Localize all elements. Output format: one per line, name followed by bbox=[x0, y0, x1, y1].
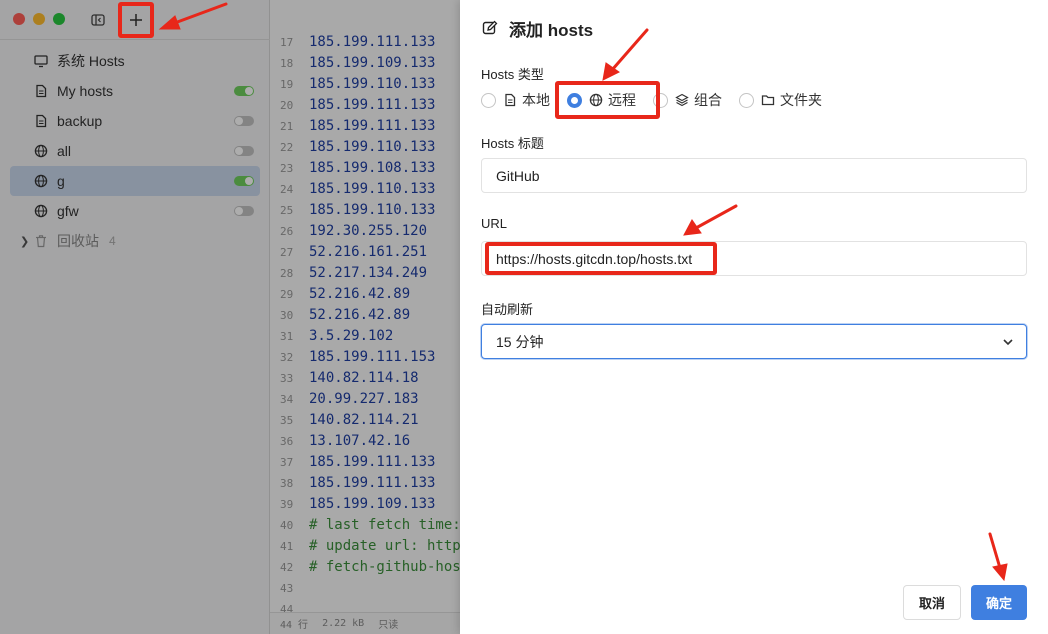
hosts-title-value: GitHub bbox=[496, 167, 540, 184]
edit-icon bbox=[482, 19, 500, 37]
highlight-add-button bbox=[118, 2, 154, 38]
hosts-title-input[interactable]: GitHub bbox=[481, 158, 1027, 193]
hosts-type-option-3[interactable]: 文件夹 bbox=[739, 88, 822, 112]
auto-refresh-select[interactable]: 15 分钟 bbox=[481, 324, 1027, 359]
add-hosts-drawer: 添加 hosts Hosts 类型 本地 远程 组合 文件夹 Hosts 标题 Git… bbox=[460, 0, 1048, 634]
hosts-type-option-label: 本地 bbox=[522, 92, 550, 108]
folder-icon bbox=[761, 93, 775, 107]
drawer-title: 添加 hosts bbox=[482, 16, 593, 40]
confirm-button[interactable]: 确定 bbox=[971, 585, 1027, 620]
highlight-remote-option bbox=[555, 81, 660, 119]
radio-button[interactable] bbox=[739, 92, 754, 108]
hosts-type-option-label: 组合 bbox=[694, 92, 722, 108]
hosts-type-radio-group: 本地 远程 组合 文件夹 bbox=[481, 88, 839, 112]
radio-button[interactable] bbox=[481, 92, 496, 108]
auto-refresh-label: 自动刷新 bbox=[481, 302, 534, 317]
url-label: URL bbox=[481, 216, 508, 231]
chevron-down-icon bbox=[1003, 339, 1013, 346]
file-icon bbox=[503, 93, 517, 107]
hosts-type-option-2[interactable]: 组合 bbox=[653, 88, 722, 112]
hosts-type-option-0[interactable]: 本地 bbox=[481, 88, 550, 112]
hosts-type-option-label: 文件夹 bbox=[780, 92, 822, 108]
hosts-type-label: Hosts 类型 bbox=[481, 67, 544, 82]
layers-icon bbox=[675, 93, 689, 107]
cancel-button[interactable]: 取消 bbox=[903, 585, 961, 620]
highlight-url-input bbox=[485, 242, 717, 275]
hosts-title-label: Hosts 标题 bbox=[481, 136, 544, 151]
drawer-title-text: 添加 hosts bbox=[509, 20, 594, 40]
auto-refresh-value: 15 分钟 bbox=[496, 333, 544, 350]
